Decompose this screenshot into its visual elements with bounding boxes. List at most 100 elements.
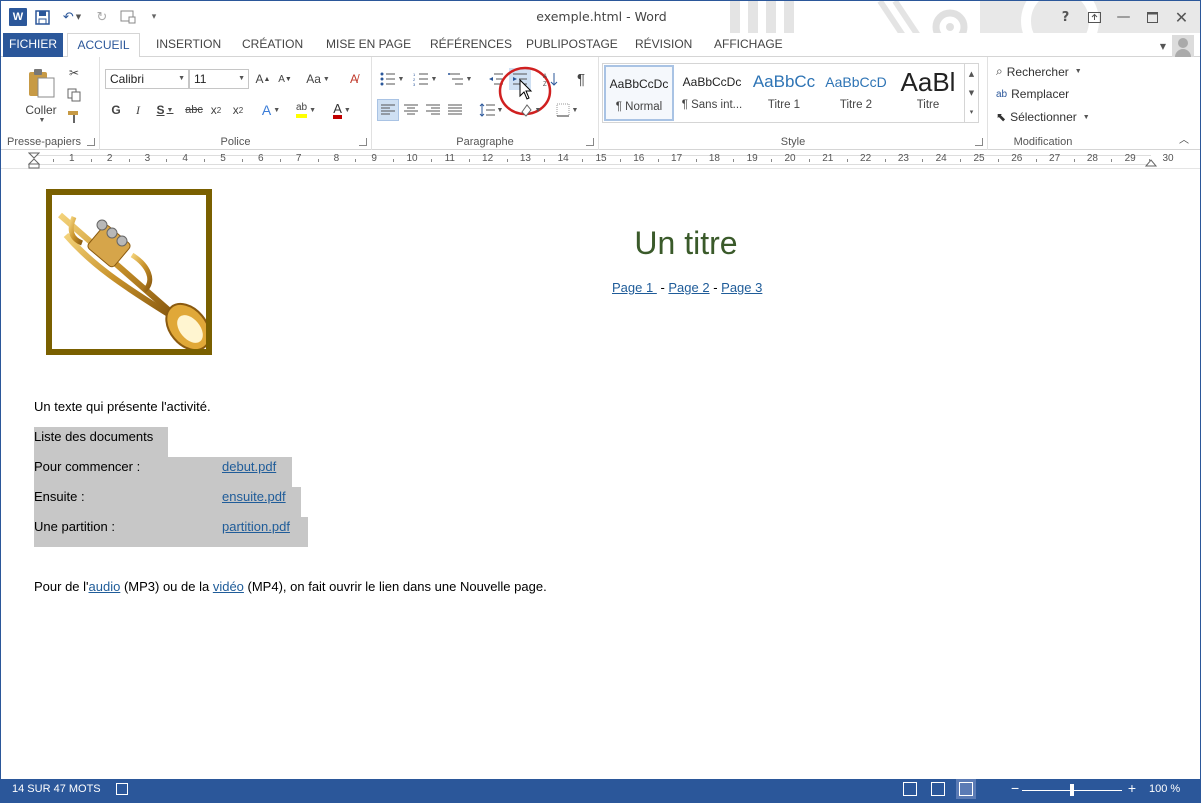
line-spacing-icon[interactable]: ▼ <box>475 99 507 121</box>
horizontal-ruler[interactable]: 1 2 3 4 5 6 7 8 9 10 11 12 13 14 15 16 17 18 19 20 21 22 23 24 2… <box>1 151 1200 169</box>
ruler-tick <box>279 159 281 162</box>
ruler-number: 15 <box>595 153 607 164</box>
clear-formatting-icon[interactable]: A̸ <box>343 68 365 90</box>
close-icon[interactable]: ✕ <box>1167 6 1196 28</box>
link-audio[interactable]: audio <box>89 579 121 594</box>
maximize-icon[interactable] <box>1138 6 1167 28</box>
proofing-book-icon[interactable] <box>116 783 128 795</box>
replace-button[interactable]: ab Remplacer <box>996 87 1069 101</box>
ruler-tick <box>997 159 999 162</box>
ruler-tick <box>695 159 697 162</box>
tab-mise-en-page[interactable]: MISE EN PAGE <box>326 33 411 57</box>
tab-creation[interactable]: CRÉATION <box>242 33 303 57</box>
right-indent-marker-icon[interactable] <box>1145 157 1157 167</box>
styles-launcher-icon[interactable] <box>975 138 983 146</box>
window-controls: ? — ✕ <box>1051 6 1196 28</box>
print-layout-icon[interactable] <box>931 782 945 796</box>
tab-publipostage[interactable]: PUBLIPOSTAGE <box>526 33 618 57</box>
ruler-number: 16 <box>633 153 645 164</box>
ruler-tick <box>166 159 168 162</box>
gallery-up-icon[interactable]: ▲ <box>969 70 974 78</box>
link-ensuite-pdf[interactable]: ensuite.pdf <box>222 489 286 504</box>
document-page[interactable]: Un titre Page 1 - Page 2 - Page 3 Un tex… <box>1 170 1200 779</box>
align-center-icon[interactable] <box>400 99 422 121</box>
tab-revision[interactable]: RÉVISION <box>635 33 692 57</box>
tab-affichage[interactable]: AFFICHAGE <box>714 33 783 57</box>
avatar[interactable] <box>1172 35 1194 57</box>
paragraph-launcher-icon[interactable] <box>586 138 594 146</box>
shading-icon[interactable]: ▼ <box>515 99 545 121</box>
ruler-tick <box>204 159 206 162</box>
web-layout-icon[interactable] <box>956 779 976 799</box>
ruler-tick <box>922 159 924 162</box>
sort-icon[interactable]: AZ <box>540 68 562 90</box>
italic-icon[interactable]: I <box>129 99 147 121</box>
zoom-slider[interactable]: − + <box>1011 780 1136 797</box>
font-name-combo[interactable]: Calibri ▼ <box>105 69 189 89</box>
superscript-icon[interactable]: x2 <box>229 99 247 121</box>
link-page-1[interactable]: Page 1 <box>612 280 657 295</box>
font-launcher-icon[interactable] <box>359 138 367 146</box>
bullets-icon[interactable]: ▼ <box>377 68 407 90</box>
find-button[interactable]: ⌕ Rechercher ▼ <box>996 64 1082 79</box>
align-left-icon[interactable] <box>377 99 399 121</box>
style-titre[interactable]: AaBl Titre <box>893 65 963 121</box>
subscript-icon[interactable]: x2 <box>207 99 225 121</box>
shrink-font-icon[interactable]: A ▼ <box>275 68 295 90</box>
select-button[interactable]: ⬉ Sélectionner ▼ <box>996 110 1090 124</box>
styles-gallery: AaBbCcDc ¶ Normal AaBbCcDc ¶ Sans int...… <box>602 63 965 123</box>
style-sans-interligne[interactable]: AaBbCcDc ¶ Sans int... <box>677 65 747 121</box>
format-painter-icon[interactable] <box>63 106 85 128</box>
text-effects-icon[interactable]: A ▼ <box>257 99 285 121</box>
ruler-number: 7 <box>295 153 302 164</box>
gallery-down-icon[interactable]: ▼ <box>969 89 974 97</box>
link-video[interactable]: vidéo <box>213 579 244 594</box>
zoom-in-icon[interactable]: + <box>1128 780 1136 796</box>
numbering-icon[interactable]: 1 2 3 ▼ <box>410 68 440 90</box>
highlight-color-icon[interactable]: ab ▼ <box>290 99 322 121</box>
cut-icon[interactable]: ✂ <box>63 62 85 84</box>
clipboard-launcher-icon[interactable] <box>87 138 95 146</box>
change-case-button[interactable]: Aa ▼ <box>302 68 334 90</box>
style-normal[interactable]: AaBbCcDc ¶ Normal <box>604 65 674 121</box>
tab-fichier[interactable]: FICHIER <box>3 33 63 57</box>
tab-references[interactable]: RÉFÉRENCES <box>430 33 512 57</box>
justify-icon[interactable] <box>444 99 466 121</box>
font-size-combo[interactable]: 11 ▼ <box>189 69 249 89</box>
link-page-2[interactable]: Page 2 <box>668 280 709 295</box>
word-count[interactable]: 14 SUR 47 MOTS <box>12 783 101 795</box>
align-right-icon[interactable] <box>422 99 444 121</box>
ribbon-display-options-icon[interactable] <box>1080 6 1109 28</box>
underline-icon[interactable]: S ▼ <box>151 99 179 121</box>
multilevel-list-icon[interactable]: ▼ <box>444 68 476 90</box>
bold-icon[interactable]: G <box>107 99 125 121</box>
gallery-more-icon[interactable]: ▾ <box>970 108 974 116</box>
paste-button[interactable]: Coller ▼ <box>21 61 61 129</box>
account-dropdown-icon[interactable]: ▼ <box>1160 42 1166 51</box>
show-formatting-marks-icon[interactable]: ¶ <box>571 68 591 90</box>
strikethrough-icon[interactable]: abc <box>183 99 205 121</box>
copy-icon[interactable] <box>63 84 85 106</box>
style-titre-2[interactable]: AaBbCcD Titre 2 <box>821 65 891 121</box>
ruler-tick <box>657 159 659 162</box>
read-mode-icon[interactable] <box>903 782 917 796</box>
indent-markers-icon[interactable] <box>28 152 40 169</box>
tab-accueil[interactable]: ACCUEIL <box>67 33 140 58</box>
tab-insertion[interactable]: INSERTION <box>156 33 221 57</box>
minimize-icon[interactable]: — <box>1109 6 1138 28</box>
zoom-thumb[interactable] <box>1070 784 1074 796</box>
help-icon[interactable]: ? <box>1051 6 1080 28</box>
link-page-3[interactable]: Page 3 <box>721 280 762 295</box>
grow-font-icon[interactable]: A ▲ <box>253 68 273 90</box>
ruler-number: 14 <box>557 153 569 164</box>
borders-icon[interactable]: ▼ <box>552 99 582 121</box>
link-debut-pdf[interactable]: debut.pdf <box>222 459 276 474</box>
zoom-level[interactable]: 100 % <box>1149 783 1180 795</box>
collapse-ribbon-icon[interactable]: ︿ <box>1176 130 1192 146</box>
svg-text:A: A <box>543 74 547 80</box>
font-color-icon[interactable]: A ▼ <box>326 99 358 121</box>
link-partition-pdf[interactable]: partition.pdf <box>222 519 290 534</box>
style-titre-1[interactable]: AaBbCc Titre 1 <box>749 65 819 121</box>
zoom-out-icon[interactable]: − <box>1011 780 1019 796</box>
trumpet-image[interactable] <box>46 189 212 355</box>
